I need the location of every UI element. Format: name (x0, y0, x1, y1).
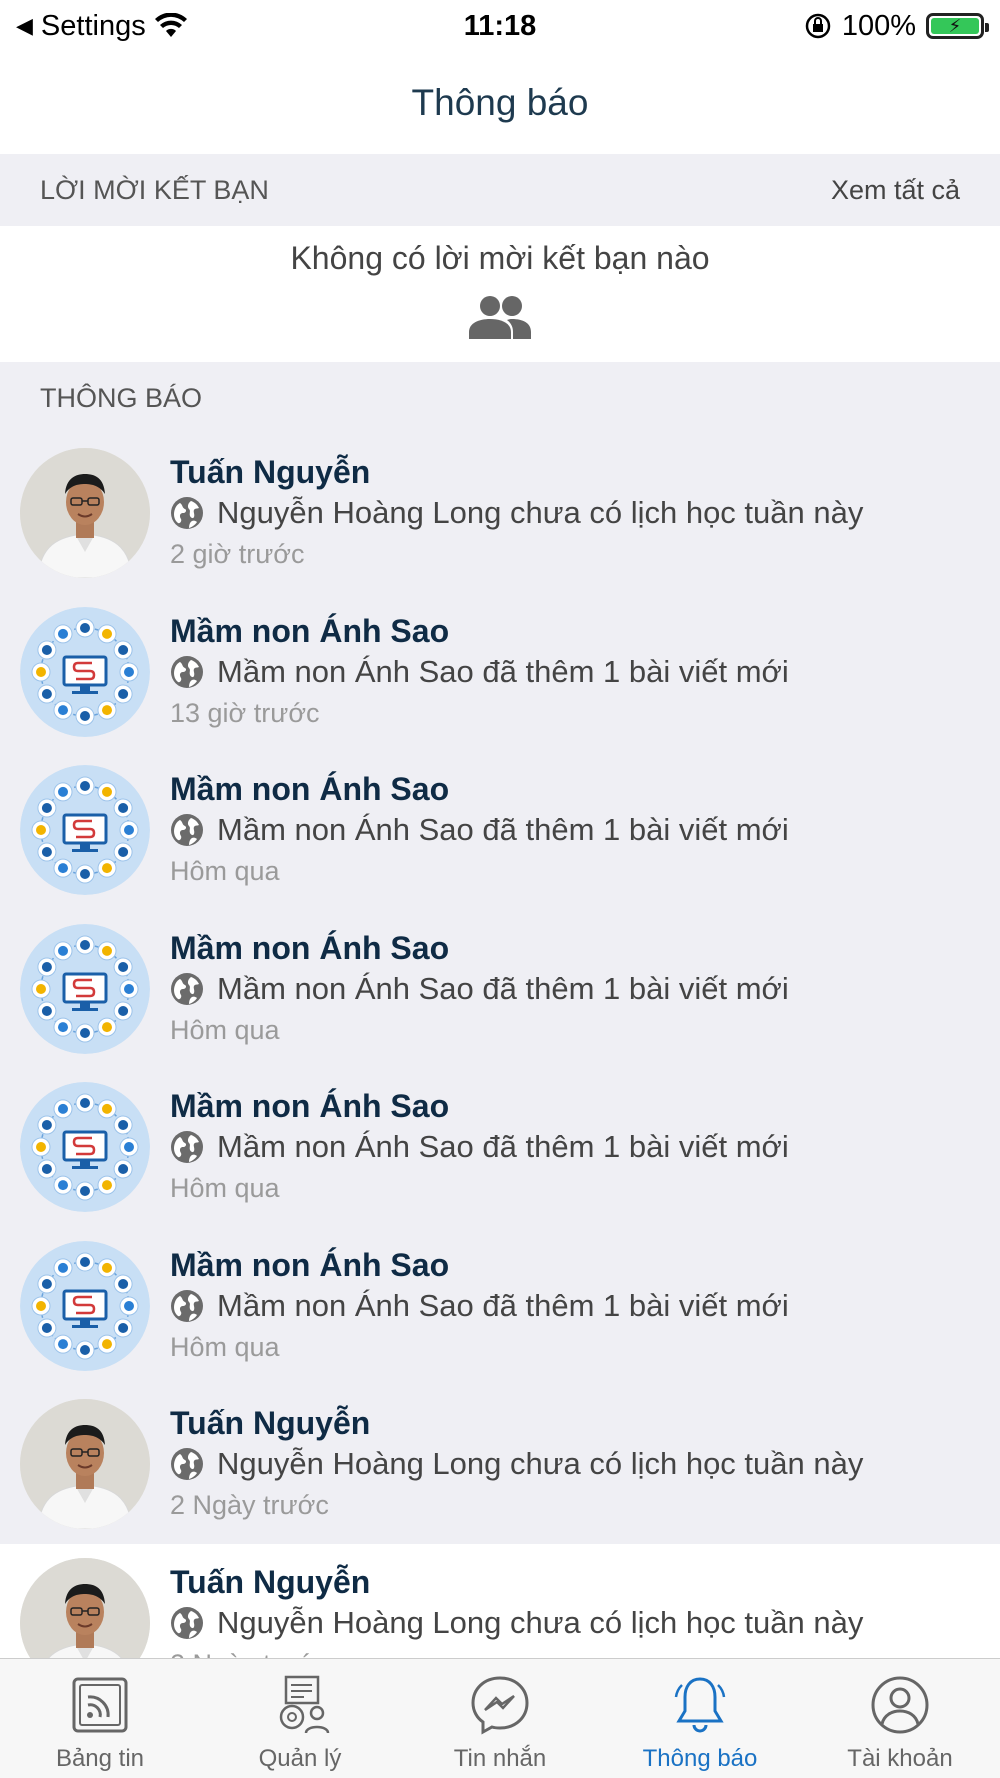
tab-label: Tài khoản (847, 1745, 953, 1772)
notification-sender: Tuấn Nguyễn (170, 1405, 371, 1442)
see-all-button[interactable]: Xem tất cả (831, 175, 960, 206)
notification-message-row: Nguyễn Hoàng Long chưa có lịch học tuần … (170, 1602, 863, 1644)
tab-tai-khoan[interactable]: Tài khoản (800, 1659, 1000, 1778)
notification-body: Tuấn Nguyễn Nguyễn Hoàng Long chưa có lị… (170, 452, 863, 574)
notification-message: Mầm non Ánh Sao đã thêm 1 bài viết mới (217, 1287, 789, 1323)
feed-icon (72, 1677, 128, 1733)
tab-quan-ly[interactable]: Quản lý (200, 1659, 400, 1778)
notification-message-row: Nguyễn Hoàng Long chưa có lịch học tuần … (170, 1443, 863, 1485)
tab-tin-nhan[interactable]: Tin nhắn (400, 1659, 600, 1778)
avatar (20, 1082, 150, 1213)
avatar (20, 1399, 150, 1530)
notification-sender: Mầm non Ánh Sao (170, 929, 450, 966)
notification-message: Nguyễn Hoàng Long chưa có lịch học tuần … (217, 495, 864, 531)
management-icon (279, 1675, 330, 1734)
avatar (20, 1557, 150, 1658)
account-icon (871, 1676, 929, 1734)
back-to-settings[interactable]: ◀ Settings (16, 10, 188, 43)
globe-icon (171, 497, 203, 530)
notification-item[interactable]: Mầm non Ánh Sao Mầm non Ánh Sao đã thêm … (0, 592, 1000, 751)
bell-icon (674, 1677, 726, 1733)
notification-message-row: Mầm non Ánh Sao đã thêm 1 bài viết mới (170, 809, 789, 851)
notification-time: Hôm qua (170, 1014, 280, 1045)
notification-body: Mầm non Ánh Sao Mầm non Ánh Sao đã thêm … (170, 1086, 789, 1208)
avatar (20, 765, 150, 896)
avatar (20, 1240, 150, 1371)
battery-icon: ⚡ (926, 13, 989, 39)
notification-message: Nguyễn Hoàng Long chưa có lịch học tuần … (217, 1446, 864, 1482)
notification-body: Tuấn Nguyễn Nguyễn Hoàng Long chưa có lị… (170, 1403, 863, 1525)
notification-body: Mầm non Ánh Sao Mầm non Ánh Sao đã thêm … (170, 769, 789, 891)
globe-icon (171, 1131, 203, 1164)
globe-icon (171, 1606, 203, 1639)
notification-message-row: Mầm non Ánh Sao đã thêm 1 bài viết mới (170, 1126, 789, 1168)
notification-message-row: Mầm non Ánh Sao đã thêm 1 bài viết mới (170, 968, 789, 1010)
back-arrow-icon: ◀ (16, 13, 33, 38)
notification-body: Mầm non Ánh Sao Mầm non Ánh Sao đã thêm … (170, 1245, 789, 1367)
notification-sender: Mầm non Ánh Sao (170, 771, 450, 808)
notification-time: 2 Ngày trước (170, 1644, 863, 1658)
notification-message-row: Nguyễn Hoàng Long chưa có lịch học tuần … (170, 492, 863, 534)
notification-sender: Mầm non Ánh Sao (170, 612, 450, 649)
tab-label: Bảng tin (55, 1745, 145, 1772)
globe-icon (171, 814, 203, 847)
globe-icon (171, 972, 203, 1005)
tab-label: Tin nhắn (453, 1745, 547, 1772)
avatar (20, 606, 150, 737)
notification-item[interactable]: Mầm non Ánh Sao Mầm non Ánh Sao đã thêm … (0, 1068, 1000, 1227)
notification-sender: Tuấn Nguyễn (170, 1563, 371, 1600)
notification-message: Mầm non Ánh Sao đã thêm 1 bài viết mới (217, 653, 789, 689)
notification-time: Hôm qua (170, 1331, 280, 1362)
notification-sender: Mầm non Ánh Sao (170, 1246, 450, 1283)
globe-icon (171, 1289, 203, 1322)
navigation-bar: Thông báo (0, 52, 1000, 154)
notifications-title: THÔNG BÁO (40, 382, 203, 413)
notification-body: Mầm non Ánh Sao Mầm non Ánh Sao đã thêm … (170, 611, 789, 733)
orientation-lock-icon (805, 13, 831, 39)
messenger-icon (471, 1676, 529, 1735)
tab-label: Thông báo (642, 1745, 758, 1772)
notification-time: Hôm qua (170, 1173, 280, 1204)
notification-item[interactable]: Mầm non Ánh Sao Mầm non Ánh Sao đã thêm … (0, 751, 1000, 910)
avatar (20, 923, 150, 1054)
notifications-header: THÔNG BÁO (0, 362, 1000, 434)
notification-message: Mầm non Ánh Sao đã thêm 1 bài viết mới (217, 812, 789, 848)
page-title: Thông báo (411, 82, 589, 123)
empty-friend-requests-text: Không có lời mời kết bạn nào (290, 240, 710, 276)
avatar (20, 448, 150, 579)
tab-bar: Bảng tin Quản lý Tin nhắn Thông báo Tài … (0, 1658, 1000, 1778)
friend-requests-title: LỜI MỜI KẾT BẠN (40, 174, 269, 205)
tab-thong-bao[interactable]: Thông báo (600, 1659, 800, 1778)
notification-body: Tuấn Nguyễn Nguyễn Hoàng Long chưa có lị… (170, 1562, 863, 1658)
notification-item[interactable]: Tuấn Nguyễn Nguyễn Hoàng Long chưa có lị… (0, 434, 1000, 593)
tab-bang-tin[interactable]: Bảng tin (0, 1659, 200, 1778)
battery-percent: 100% (841, 9, 916, 42)
notification-item[interactable]: Mầm non Ánh Sao Mầm non Ánh Sao đã thêm … (0, 1226, 1000, 1385)
notification-item[interactable]: Tuấn Nguyễn Nguyễn Hoàng Long chưa có lị… (0, 1385, 1000, 1544)
notification-message: Mầm non Ánh Sao đã thêm 1 bài viết mới (217, 970, 789, 1006)
notification-sender: Tuấn Nguyễn (170, 454, 371, 491)
notification-time: 2 Ngày trước (170, 1490, 329, 1521)
back-label: Settings (40, 9, 146, 42)
globe-icon (171, 655, 203, 688)
notification-sender: Mầm non Ánh Sao (170, 1088, 450, 1125)
notification-message: Mầm non Ánh Sao đã thêm 1 bài viết mới (217, 1129, 789, 1165)
friends-icon (469, 296, 531, 339)
notification-item[interactable]: Mầm non Ánh Sao Mầm non Ánh Sao đã thêm … (0, 909, 1000, 1068)
notification-time: 13 giờ trước (170, 697, 320, 728)
notification-message: Nguyễn Hoàng Long chưa có lịch học tuần … (217, 1604, 864, 1640)
wifi-icon (154, 13, 187, 37)
status-bar: ◀ Settings 11:18 100% ⚡ (0, 0, 1000, 52)
friend-requests-header: LỜI MỜI KẾT BẠN Xem tất cả (0, 154, 1000, 226)
notification-time: 2 giờ trước (170, 539, 305, 570)
notification-body: Mầm non Ánh Sao Mầm non Ánh Sao đã thêm … (170, 928, 789, 1050)
notification-message-row: Mầm non Ánh Sao đã thêm 1 bài viết mới (170, 651, 789, 693)
tab-label: Quản lý (258, 1745, 342, 1772)
notification-item[interactable]: Tuấn Nguyễn Nguyễn Hoàng Long chưa có lị… (0, 1543, 1000, 1658)
notification-list[interactable]: Tuấn Nguyễn Nguyễn Hoàng Long chưa có lị… (0, 434, 1000, 1658)
notification-time: Hôm qua (170, 856, 280, 887)
globe-icon (171, 1448, 203, 1481)
notification-message-row: Mầm non Ánh Sao đã thêm 1 bài viết mới (170, 1285, 789, 1327)
friend-requests-empty: Không có lời mời kết bạn nào (0, 226, 1000, 362)
